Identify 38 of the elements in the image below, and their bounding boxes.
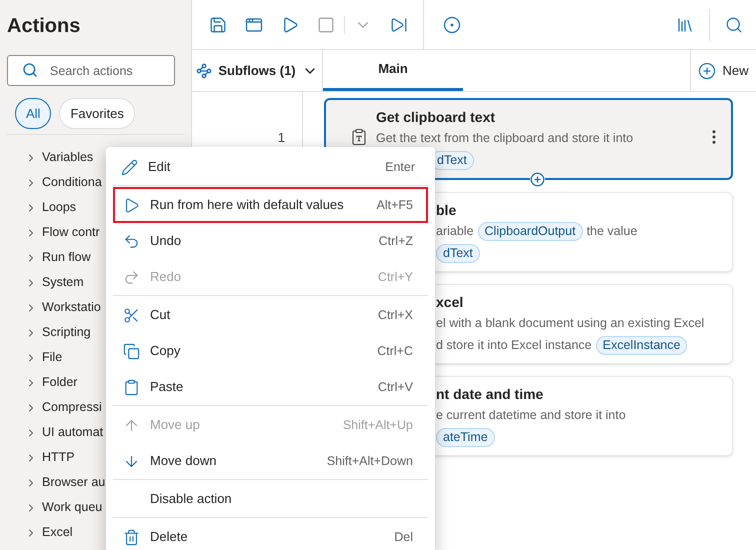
copy-icon — [123, 342, 140, 360]
redo-icon — [123, 268, 140, 286]
filter-pill[interactable]: All — [15, 98, 52, 129]
menu-item[interactable]: Delete Del — [113, 519, 428, 550]
card-title: nt date and time — [436, 385, 544, 403]
pencil-icon — [121, 158, 138, 176]
card-title: xcel — [436, 293, 464, 311]
card-description: Get the text from the clipboard and store it into — [376, 130, 634, 147]
play-icon — [123, 196, 140, 214]
variable-chip[interactable]: ExcelInstance — [596, 336, 688, 355]
variable-chip[interactable]: dText — [436, 244, 480, 263]
plus-icon — [698, 62, 716, 80]
menu-item[interactable]: Run from here with default values Alt+F5 — [113, 187, 428, 223]
new-subflow-button[interactable]: New — [690, 50, 756, 91]
search-field[interactable]: Search actions — [7, 55, 175, 86]
card-description: d store it into Excel instance — [436, 337, 592, 354]
menu-item[interactable]: Disable action — [113, 481, 428, 517]
card-title: Get clipboard text — [376, 108, 496, 126]
subflow-icon — [196, 62, 212, 78]
card-description: e current datetime and store it into — [436, 407, 626, 424]
card-description: the value — [586, 223, 638, 240]
subflows-dropdown[interactable]: Subflows (1) — [192, 50, 323, 91]
scissors-icon — [123, 306, 140, 324]
card-description: ariable — [436, 223, 474, 240]
flow-tab[interactable]: Main — [323, 50, 463, 91]
trash-icon — [123, 528, 140, 546]
undo-icon — [123, 232, 140, 250]
add-action-icon[interactable] — [530, 172, 545, 187]
filter-pill[interactable]: Favorites — [59, 98, 135, 129]
panel-title: Actions — [7, 14, 82, 39]
card-title: ble — [436, 201, 458, 219]
clipboard-icon — [350, 128, 368, 146]
variable-chip[interactable]: ClipboardOutput — [478, 222, 583, 241]
paste-icon — [123, 378, 140, 396]
search-icon — [22, 62, 38, 78]
line-number: 1 — [278, 129, 285, 147]
card-description: el with a blank document using an existing Excel — [436, 315, 704, 332]
variable-chip[interactable]: ateTime — [436, 428, 495, 447]
